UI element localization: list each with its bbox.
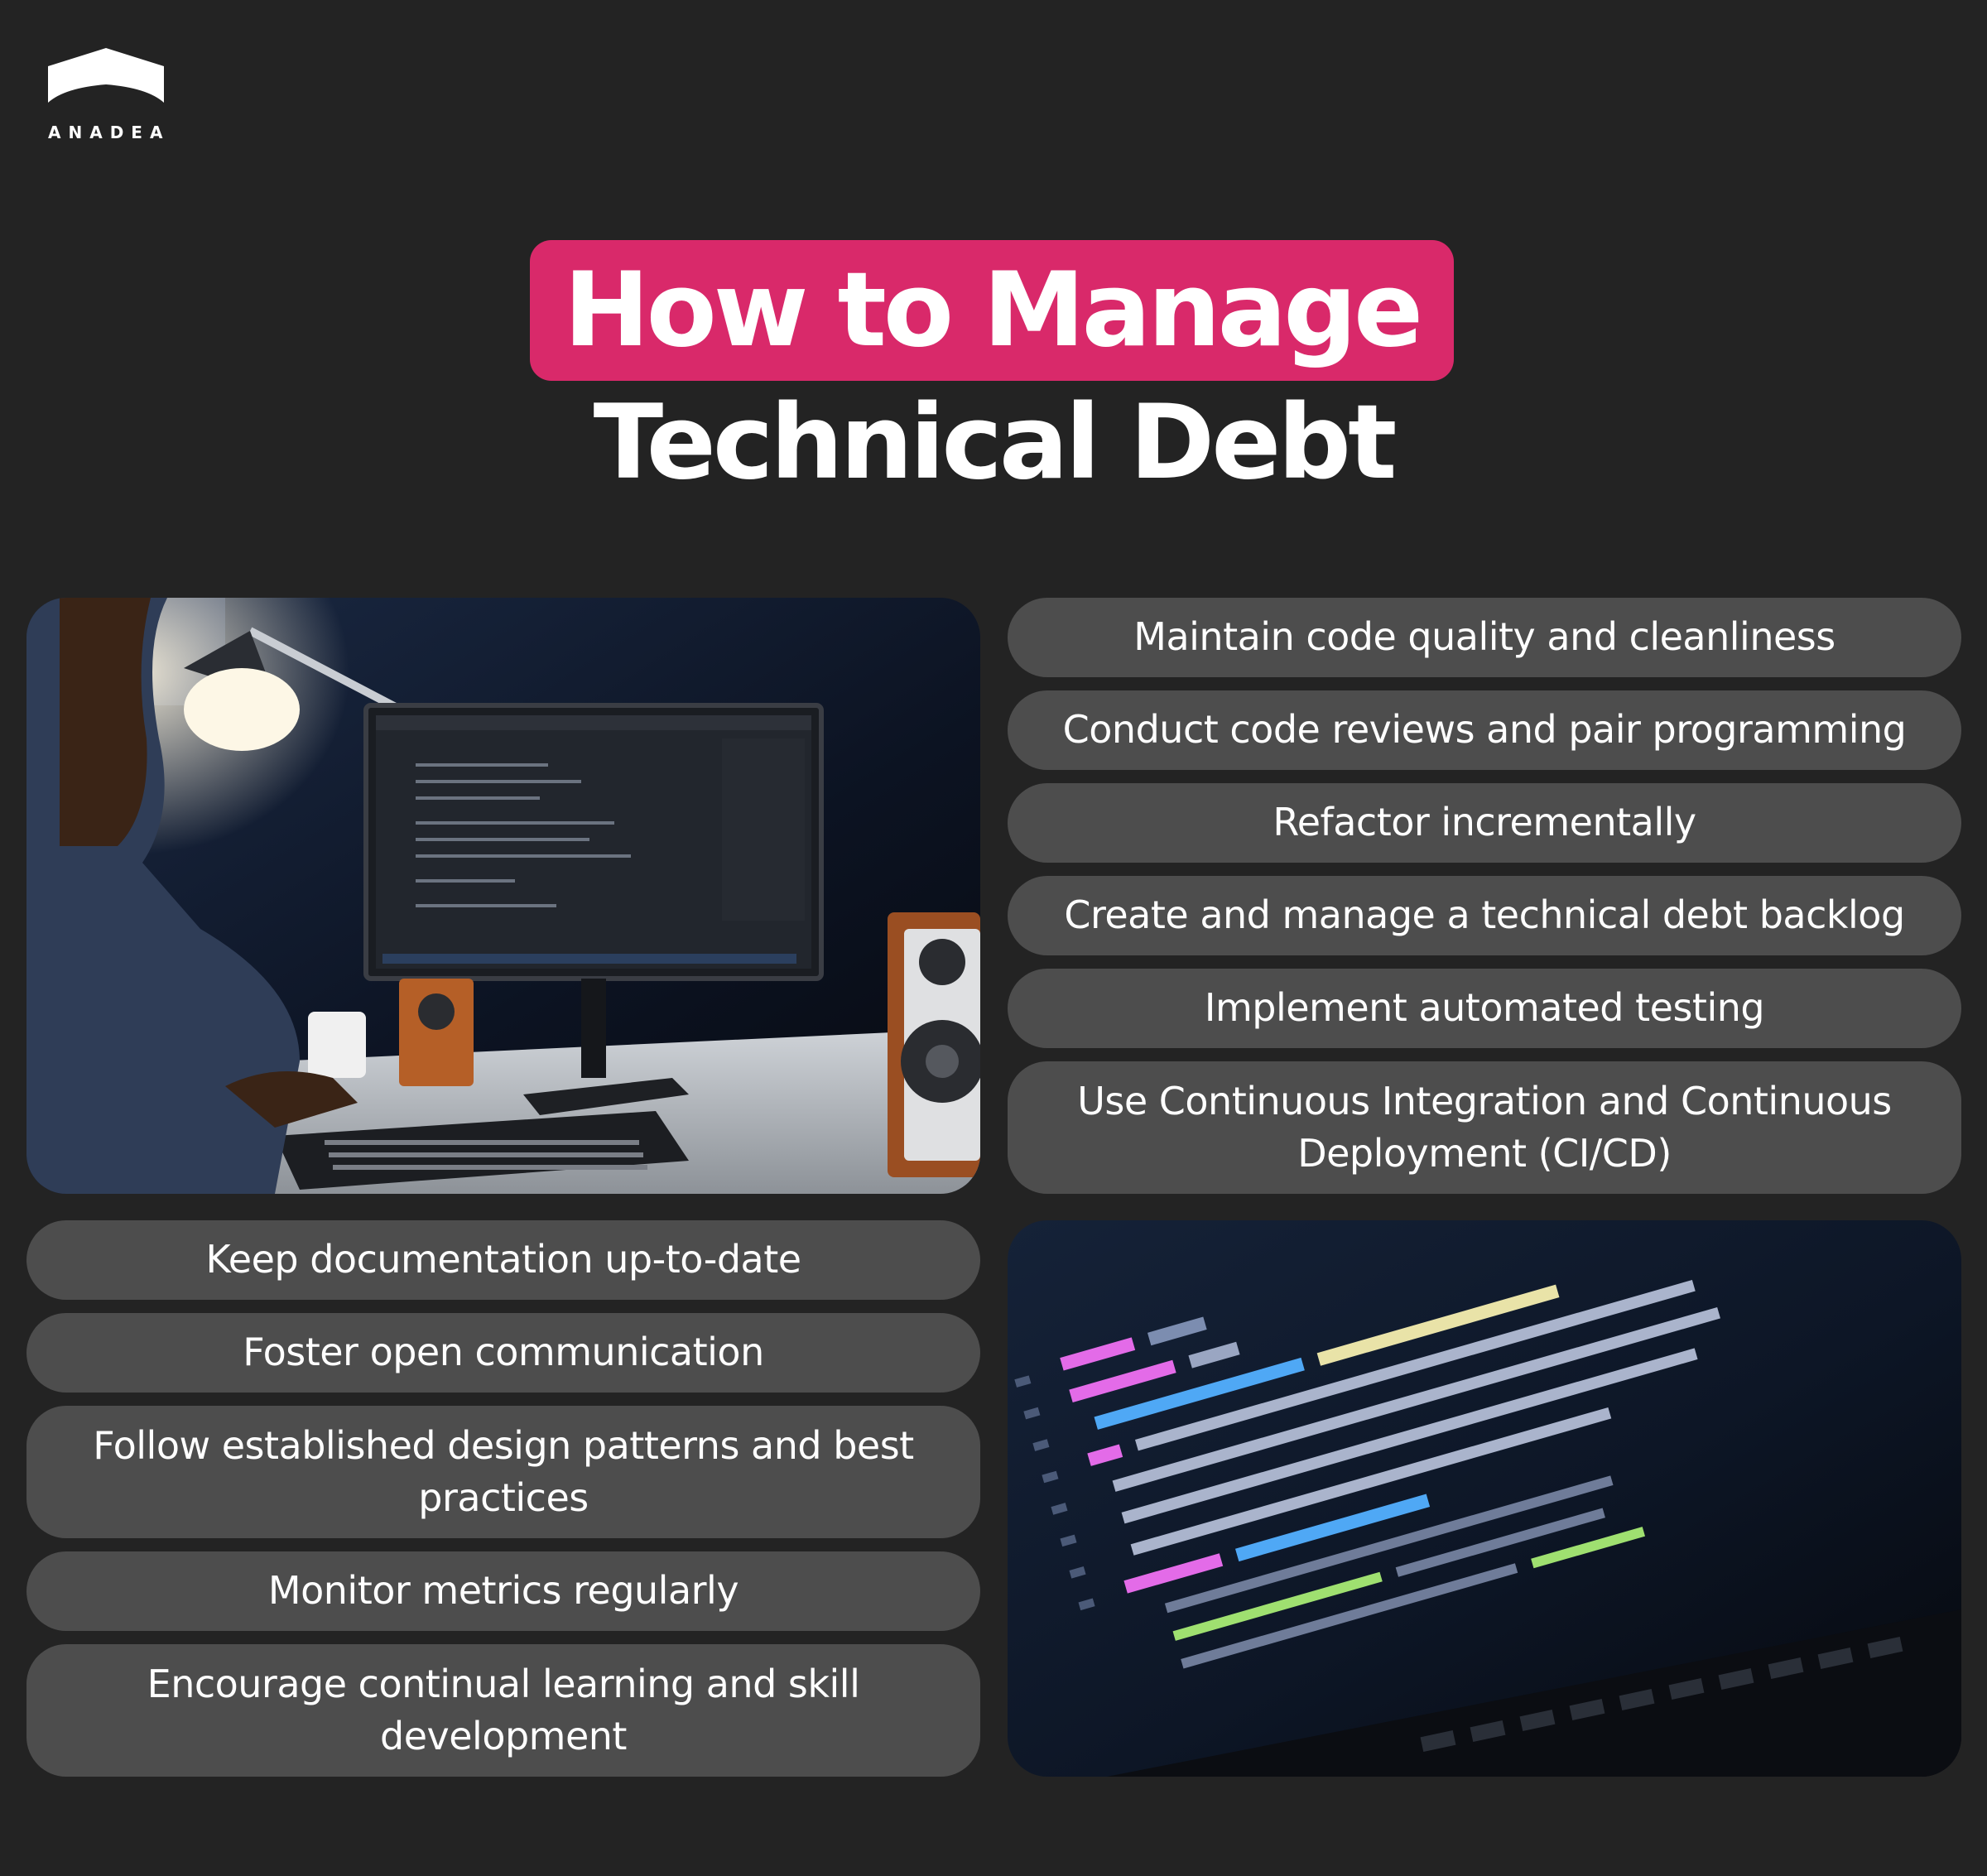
tip-item-code-quality: Maintain code quality and cleanliness [1008,598,1961,677]
page-title-highlight: How to Manage [530,240,1454,381]
tip-item-debt-backlog: Create and manage a technical debt backl… [1008,876,1961,955]
brand-logo: ANADEA [48,48,164,142]
tip-item-continual-learning: Encourage continual learning and skill d… [26,1644,980,1777]
developer-at-desk-photo [26,598,980,1194]
tip-item-design-patterns: Follow established design patterns and b… [26,1406,980,1538]
tip-item-ci-cd: Use Continuous Integration and Continuou… [1008,1061,1961,1194]
tip-item-code-reviews: Conduct code reviews and pair programmin… [1008,690,1961,770]
house-roof-logo-icon [48,48,164,103]
page-title-line2: Technical Debt [593,383,1398,503]
code-on-laptop-screen-photo [1008,1220,1961,1777]
tip-item-refactor: Refactor incrementally [1008,783,1961,863]
tip-item-documentation: Keep documentation up-to-date [26,1220,980,1300]
tip-item-monitor-metrics: Monitor metrics regularly [26,1551,980,1631]
brand-name: ANADEA [48,123,171,142]
tip-item-automated-testing: Implement automated testing [1008,969,1961,1048]
tip-item-open-communication: Foster open communication [26,1313,980,1393]
